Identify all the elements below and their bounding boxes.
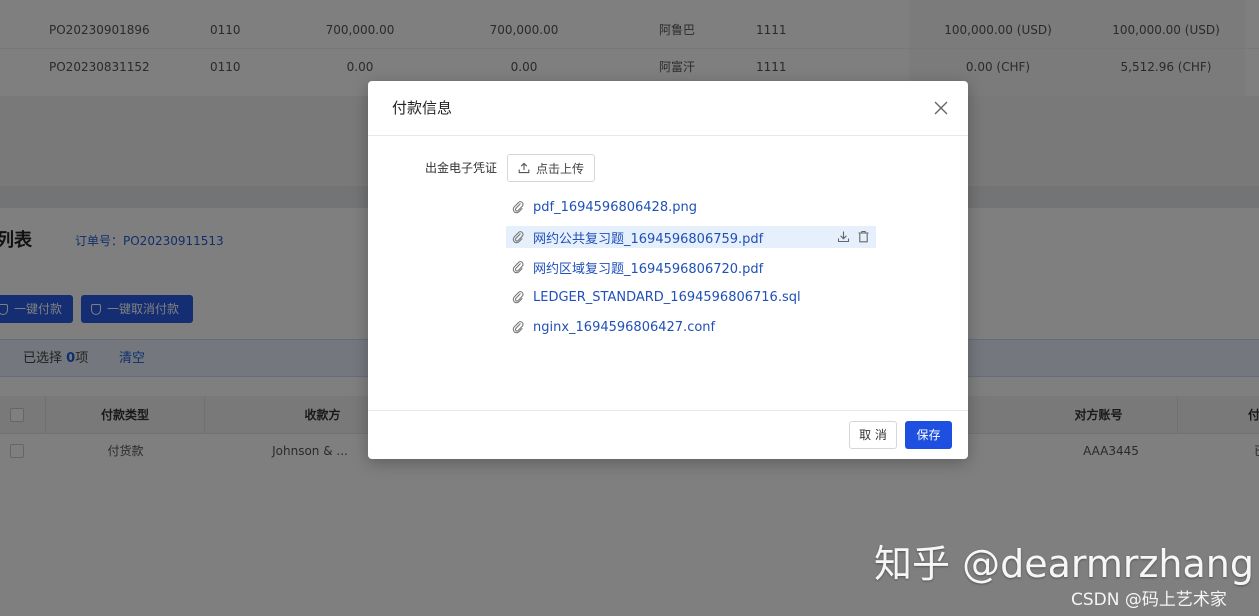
upload-label: 点击上传 (535, 161, 584, 176)
save-button[interactable]: 保存 (905, 421, 952, 449)
file-link[interactable]: nginx_1694596806427.conf (533, 320, 715, 335)
file-item[interactable]: pdf_1694596806428.png (506, 196, 876, 218)
file-link[interactable]: LEDGER_STANDARD_1694596806716.sql (533, 290, 801, 305)
csdn-watermark: CSDN @码上艺术家 (1071, 590, 1227, 610)
paperclip-icon (512, 201, 524, 214)
paperclip-icon (512, 291, 524, 304)
file-actions (837, 230, 870, 243)
file-item[interactable]: 网约区域复习题_1694596806720.pdf (506, 256, 876, 278)
dialog-title: 付款信息 (392, 99, 453, 117)
dialog-footer: 取 消 保存 (368, 410, 968, 459)
zhihu-watermark: 知乎 @dearmrzhang (874, 542, 1254, 586)
paperclip-icon (512, 231, 524, 244)
uploaded-file-list: pdf_1694596806428.png 网约公共复习题_1694596806… (506, 196, 876, 346)
file-link[interactable]: 网约公共复习题_1694596806759.pdf (533, 228, 763, 247)
close-icon[interactable] (934, 101, 948, 115)
upload-icon (518, 162, 530, 174)
delete-icon[interactable] (857, 230, 870, 243)
file-item[interactable]: LEDGER_STANDARD_1694596806716.sql (506, 286, 876, 308)
download-icon[interactable] (837, 230, 850, 243)
cancel-button[interactable]: 取 消 (849, 421, 897, 449)
paperclip-icon (512, 321, 524, 334)
paperclip-icon (512, 261, 524, 274)
dialog-header: 付款信息 (368, 81, 968, 136)
file-link[interactable]: 网约区域复习题_1694596806720.pdf (533, 258, 763, 277)
file-item[interactable]: nginx_1694596806427.conf (506, 316, 876, 338)
upload-button[interactable]: 点击上传 (507, 154, 595, 182)
file-item[interactable]: 网约公共复习题_1694596806759.pdf (506, 226, 876, 248)
payment-info-dialog: 付款信息 出金电子凭证 点击上传 pdf_1694596806428.png 网… (368, 81, 968, 459)
file-link[interactable]: pdf_1694596806428.png (533, 200, 697, 215)
voucher-field-label: 出金电子凭证 (425, 161, 498, 175)
